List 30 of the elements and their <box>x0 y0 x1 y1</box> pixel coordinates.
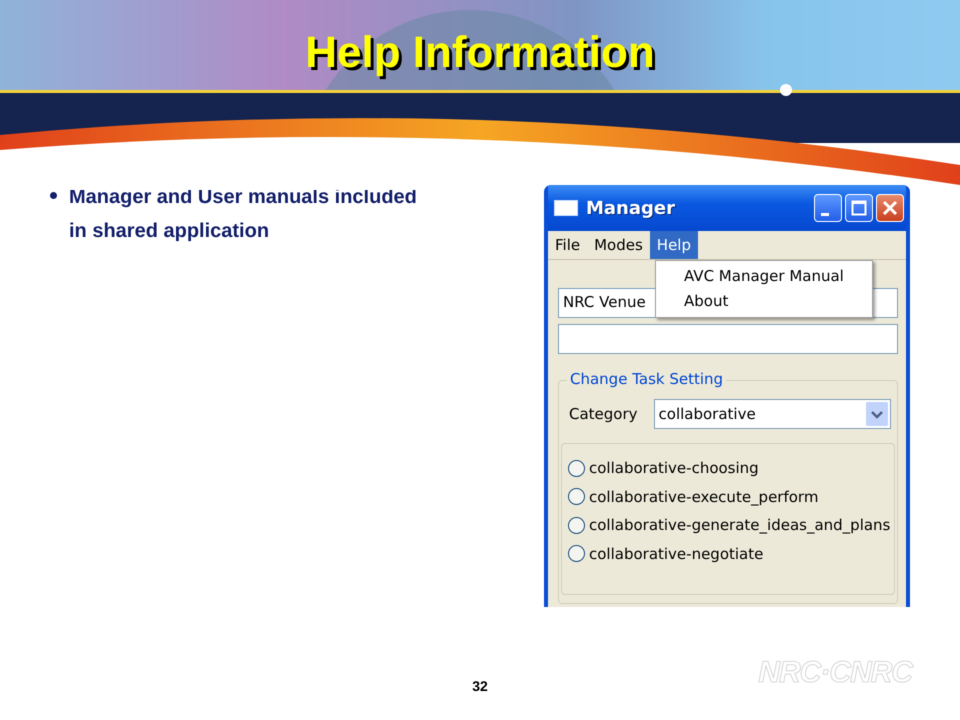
window-title: Manager <box>586 198 676 218</box>
option-label: collaborative-choosing <box>589 459 759 478</box>
menu-item[interactable]: File <box>548 231 588 259</box>
bullet-text: Manager and User manuals included in shared application <box>69 185 418 244</box>
radio-button[interactable] <box>568 460 585 477</box>
radio-button[interactable] <box>568 516 585 534</box>
option-label: collaborative-negotiate <box>589 544 764 563</box>
group-title: Change Task Setting <box>567 370 726 388</box>
menu-item[interactable]: Help <box>650 231 698 259</box>
category-label: Category <box>569 405 638 423</box>
radio-button[interactable] <box>568 545 585 562</box>
minimize-icon <box>821 212 829 216</box>
menu-option[interactable]: About <box>656 289 872 314</box>
menu-item[interactable]: Modes <box>587 231 650 259</box>
close-icon <box>882 200 898 216</box>
slide-title: Help Information <box>305 28 655 78</box>
close-button[interactable] <box>876 194 904 222</box>
maximize-icon <box>851 200 867 216</box>
text-field[interactable] <box>558 324 898 354</box>
option-label: collaborative-execute_perform <box>589 488 818 506</box>
category-dropdown[interactable]: collaborative <box>654 399 891 429</box>
bullet-icon <box>50 192 57 199</box>
maximize-button[interactable] <box>845 194 873 222</box>
page-number: 32 <box>472 678 488 694</box>
menu-option[interactable]: AVC Manager Manual <box>656 264 872 289</box>
option-label: collaborative-generate_ideas_and_plans <box>589 516 890 534</box>
chevron-down-icon <box>866 402 888 426</box>
radio-button[interactable] <box>568 488 585 506</box>
minimize-button[interactable] <box>814 194 842 222</box>
window-icon <box>554 200 578 216</box>
